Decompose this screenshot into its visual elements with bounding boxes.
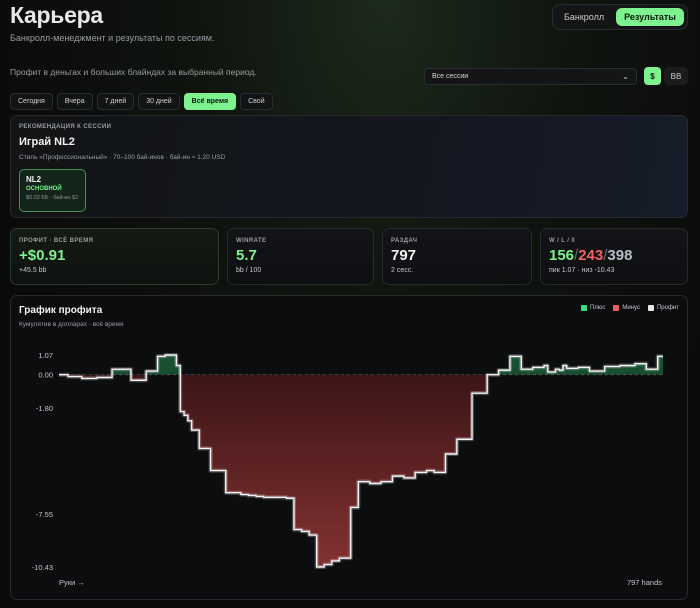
y-tick-label: -7.55 bbox=[36, 510, 53, 519]
wins-value: 156 bbox=[549, 247, 575, 264]
legend-label: Плюс bbox=[590, 305, 606, 311]
unit-dollar-button[interactable]: $ bbox=[644, 67, 661, 85]
negative-area bbox=[68, 374, 488, 567]
stat-label: WINRATE bbox=[236, 238, 267, 244]
period-yesterday-button[interactable]: Вчера bbox=[56, 93, 93, 110]
recommendation-style: Стиль «Профессиональный» · 70–100 бай-ин… bbox=[19, 154, 226, 161]
top-nav: Банкролл Результаты bbox=[551, 4, 688, 30]
limit-name: NL2 bbox=[26, 175, 42, 184]
period-today-button[interactable]: Сегодня bbox=[10, 93, 53, 110]
stat-label: РАЗДАЧ bbox=[391, 238, 418, 244]
x-axis-label: Руки → bbox=[59, 578, 85, 587]
stat-sub: bb / 100 bbox=[236, 267, 262, 274]
chart-subtitle: Кумулятив в долларах · всё время bbox=[19, 321, 124, 328]
legend-swatch bbox=[581, 305, 588, 311]
x-axis-end-label: 797 hands bbox=[626, 578, 662, 587]
page-subtitle: Банкролл-менеджмент и результаты по сесс… bbox=[10, 33, 215, 43]
stat-value: +$0.91 bbox=[19, 247, 66, 264]
profit-chart[interactable]: 1.07 0.00 -1.80 -7.55 -10.43 bbox=[11, 296, 689, 601]
unit-bb-button[interactable]: BB bbox=[664, 67, 688, 85]
stat-label: W / L / 0 bbox=[549, 238, 576, 244]
stat-card-winrate: WINRATE 5.7 bb / 100 bbox=[227, 228, 374, 285]
losses-value: 243 bbox=[578, 247, 604, 264]
legend-item-plus: Плюс bbox=[581, 305, 605, 311]
session-select-value: Все сессии bbox=[432, 73, 469, 80]
stat-sub: 2 сесс. bbox=[391, 267, 414, 274]
stat-card-wl: W / L / 0 156/243/398 пик 1.07 · низ -10… bbox=[540, 228, 688, 285]
y-tick-label: 0.00 bbox=[38, 371, 53, 380]
stat-value: 797 bbox=[391, 247, 417, 264]
session-select[interactable]: Все сессии ⌄ bbox=[424, 68, 637, 85]
limit-card-nl2[interactable]: NL2 ОСНОВНОЙ $0.02 ББ · бай-ин $2 bbox=[19, 169, 86, 212]
y-tick-label: -10.43 bbox=[32, 563, 53, 572]
period-30days-button[interactable]: 30 дней bbox=[138, 93, 180, 110]
recommendation-headline: Играй NL2 bbox=[19, 136, 75, 148]
legend-item-minus: Минус bbox=[613, 305, 640, 311]
period-alltime-button[interactable]: Всё время bbox=[183, 93, 237, 110]
stat-card-profit: ПРОФИТ · ВСЁ ВРЕМЯ +$0.91 +45.5 bb bbox=[10, 228, 219, 285]
legend-swatch bbox=[647, 305, 654, 311]
stat-sub: +45.5 bb bbox=[19, 267, 47, 274]
session-recommendation-card: РЕКОМЕНДАЦИЯ К СЕССИИ Играй NL2 Стиль «П… bbox=[10, 115, 688, 218]
legend-label: Профит bbox=[656, 305, 679, 311]
filter-description: Профит в деньгах и больших блайндах за в… bbox=[10, 67, 257, 77]
nav-bankroll-button[interactable]: Банкролл bbox=[556, 8, 612, 26]
stat-card-hands: РАЗДАЧ 797 2 сесс. bbox=[382, 228, 532, 285]
period-custom-button[interactable]: Свой bbox=[240, 93, 273, 110]
total-value: 398 bbox=[607, 247, 633, 264]
limit-blinds: $0.02 ББ · бай-ин $2 bbox=[26, 195, 79, 201]
legend-label: Минус bbox=[622, 305, 640, 311]
stat-label: ПРОФИТ · ВСЁ ВРЕМЯ bbox=[19, 238, 94, 244]
legend-item-profit: Профит bbox=[647, 305, 679, 311]
y-tick-label: 1.07 bbox=[38, 351, 53, 360]
y-tick-label: -1.80 bbox=[36, 404, 53, 413]
unit-toggle: $ BB bbox=[644, 67, 688, 85]
limit-badge: ОСНОВНОЙ bbox=[26, 186, 62, 192]
page-title: Карьера bbox=[10, 2, 103, 28]
chart-title: График профита bbox=[19, 305, 103, 316]
chevron-down-icon: ⌄ bbox=[622, 72, 629, 81]
legend-swatch bbox=[613, 305, 620, 311]
nav-results-button[interactable]: Результаты bbox=[616, 8, 684, 26]
profit-chart-card: 1.07 0.00 -1.80 -7.55 -10.43 График профита … bbox=[10, 295, 688, 600]
stat-value: 156/243/398 bbox=[549, 247, 632, 264]
recommendation-label: РЕКОМЕНДАЦИЯ К СЕССИИ bbox=[19, 124, 112, 130]
stat-sub: пик 1.07 · низ -10.43 bbox=[549, 267, 615, 274]
period-filter: Сегодня Вчера 7 дней 30 дней Всё время С… bbox=[10, 93, 273, 110]
period-7days-button[interactable]: 7 дней bbox=[96, 93, 135, 110]
chart-legend: Плюс Минус Профит bbox=[581, 305, 679, 311]
stat-value: 5.7 bbox=[236, 247, 257, 264]
